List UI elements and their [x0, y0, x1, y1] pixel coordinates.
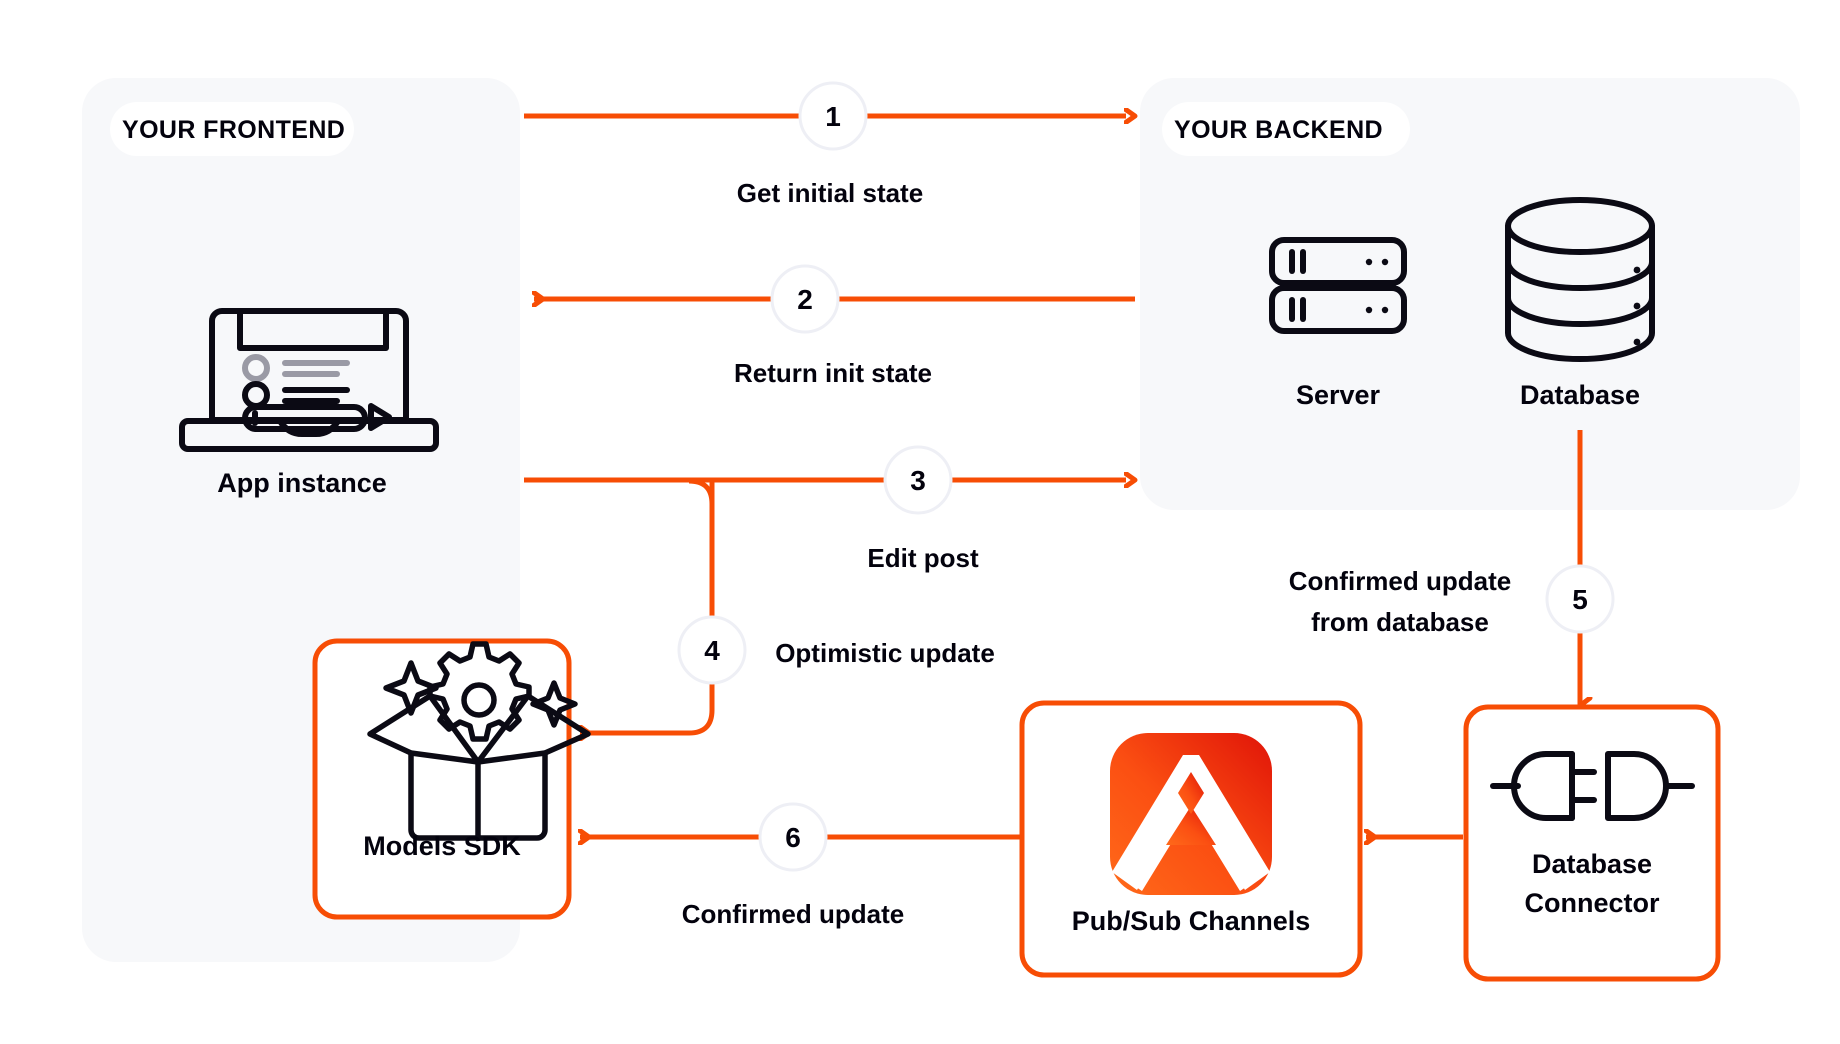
step-badge-6: 6: [758, 802, 828, 872]
edge-label-step-2: Return init state: [734, 358, 932, 388]
zone-backend-label: YOUR BACKEND: [1174, 116, 1383, 144]
zone-frontend-label: YOUR FRONTEND: [122, 116, 345, 144]
node-models-sdk[interactable]: Models SDK: [312, 638, 591, 920]
step-badge-1-number: 1: [825, 101, 841, 132]
architecture-diagram: YOUR FRONTEND YOUR BACKEND 1 2 3 4 5 6 G…: [82, 78, 1800, 982]
edge-label-step-5-line1: Confirmed update: [1289, 566, 1511, 596]
zone-backend: YOUR BACKEND: [1140, 78, 1800, 510]
edge-label-step-3: Edit post: [867, 543, 979, 573]
node-pubsub-channels-label: Pub/Sub Channels: [1072, 906, 1311, 936]
ably-logo-icon: [1110, 733, 1272, 895]
step-badge-4: 4: [677, 615, 747, 685]
node-pubsub-channels[interactable]: Pub/Sub Channels: [1019, 700, 1363, 978]
step-badge-5-number: 5: [1572, 584, 1588, 615]
node-app-instance-label: App instance: [217, 468, 387, 498]
node-database-connector-label-line2: Connector: [1525, 888, 1660, 918]
node-models-sdk-label: Models SDK: [363, 831, 521, 861]
step-badge-2: 2: [770, 264, 840, 334]
node-database-label: Database: [1520, 380, 1640, 410]
step-badge-4-number: 4: [704, 635, 720, 666]
edge-label-step-5-line2: from database: [1311, 607, 1489, 637]
node-server-label: Server: [1296, 380, 1381, 410]
edge-label-step-1: Get initial state: [737, 178, 923, 208]
node-database-connector-label-line1: Database: [1532, 849, 1652, 879]
step-badge-6-number: 6: [785, 822, 801, 853]
edge-step-4: [580, 478, 715, 733]
edge-label-step-6: Confirmed update: [682, 899, 904, 929]
diagram-canvas: YOUR FRONTEND YOUR BACKEND 1 2 3 4 5 6 G…: [0, 0, 1840, 1044]
step-badge-5: 5: [1545, 564, 1615, 634]
node-database-connector[interactable]: Database Connector: [1463, 704, 1721, 982]
step-badge-3-number: 3: [910, 465, 926, 496]
step-badge-1: 1: [798, 81, 868, 151]
step-badge-3: 3: [883, 445, 953, 515]
edge-label-step-4: Optimistic update: [775, 638, 995, 668]
step-badge-2-number: 2: [797, 284, 813, 315]
